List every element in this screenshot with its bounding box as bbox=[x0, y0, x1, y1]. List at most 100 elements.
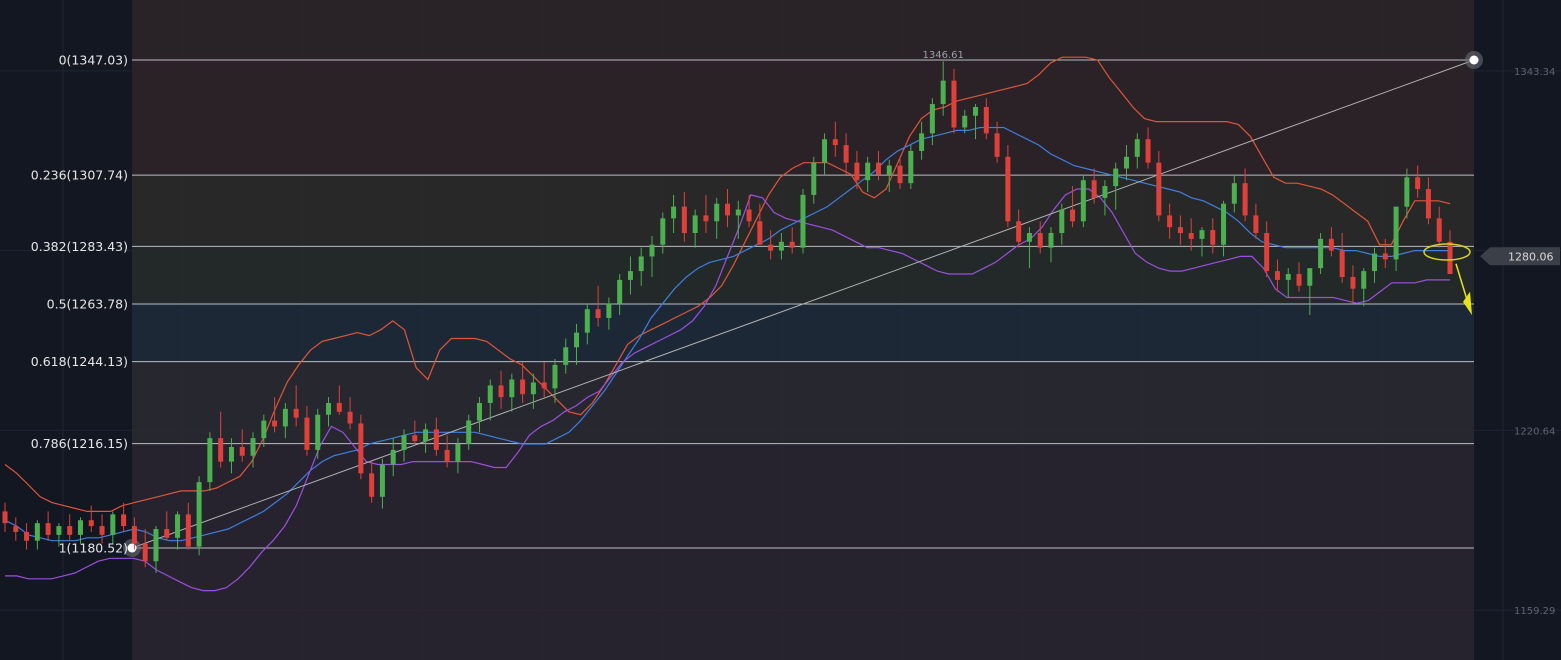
candle-body bbox=[530, 382, 536, 395]
candle-body bbox=[1274, 271, 1280, 280]
candle-body bbox=[1404, 177, 1410, 207]
candle-body bbox=[1221, 203, 1227, 245]
candle-body bbox=[778, 241, 784, 251]
candle-body bbox=[1026, 233, 1032, 242]
fib-level-label: 0.236(1307.74) bbox=[31, 168, 128, 183]
candle-body bbox=[919, 133, 925, 151]
candle-body bbox=[121, 514, 127, 527]
candle-body bbox=[423, 429, 429, 442]
candle-body bbox=[951, 80, 957, 128]
candle bbox=[196, 476, 202, 556]
candle-body bbox=[1350, 276, 1356, 289]
candle bbox=[800, 189, 806, 254]
candle-body bbox=[1382, 253, 1388, 260]
candle-body bbox=[336, 402, 342, 412]
candle-body bbox=[164, 529, 170, 538]
candle-body bbox=[671, 206, 677, 219]
trend-handle-start[interactable] bbox=[127, 543, 137, 553]
fibonacci-candlestick-chart[interactable]: 0(1347.03) 0.236(1307.74) 0.382(1283.43) 0.… bbox=[0, 0, 1561, 660]
candle-body bbox=[412, 435, 418, 442]
candle-body bbox=[315, 414, 321, 450]
candle-body bbox=[811, 162, 817, 195]
candle-body bbox=[973, 106, 979, 116]
candle-body bbox=[843, 145, 849, 163]
candle-body bbox=[574, 332, 580, 348]
candle-body bbox=[692, 215, 698, 234]
candle-body bbox=[1113, 168, 1119, 187]
candle-body bbox=[1285, 274, 1291, 280]
candle-body bbox=[1070, 209, 1076, 222]
candle-body bbox=[1425, 189, 1431, 219]
candle-body bbox=[1156, 162, 1162, 216]
candle-body bbox=[886, 165, 892, 175]
candle-body bbox=[358, 423, 364, 474]
candle-body bbox=[563, 347, 569, 365]
candle-body bbox=[444, 449, 450, 462]
candle-body bbox=[703, 215, 709, 222]
candle-body bbox=[1231, 183, 1237, 204]
candle-body bbox=[99, 526, 105, 535]
candle-body bbox=[617, 279, 623, 304]
candle-body bbox=[789, 241, 795, 248]
candle-body bbox=[67, 526, 73, 535]
fib-level-label: 0.382(1283.43) bbox=[31, 239, 128, 254]
candle-body bbox=[239, 446, 245, 456]
candle-body bbox=[2, 511, 8, 524]
candle-body bbox=[498, 385, 504, 398]
fib-zone bbox=[132, 303, 1474, 362]
candle-body bbox=[746, 209, 752, 222]
candle-body bbox=[725, 203, 730, 216]
fib-zone bbox=[132, 246, 1474, 304]
candle-body bbox=[88, 520, 94, 527]
candle-body bbox=[1210, 230, 1216, 245]
candle-body bbox=[929, 104, 935, 134]
candle-body bbox=[865, 162, 871, 181]
candle-body bbox=[487, 385, 493, 403]
candle-body bbox=[1318, 238, 1324, 269]
candle-body bbox=[1447, 241, 1453, 275]
candle-body bbox=[897, 165, 903, 184]
price-axis-tick: 1220.64 bbox=[1514, 426, 1555, 437]
candle-body bbox=[1199, 230, 1205, 239]
fib-level-label: 0.786(1216.15) bbox=[31, 436, 128, 451]
candle-body bbox=[347, 411, 353, 424]
fib-zone bbox=[132, 443, 1474, 548]
candle-body bbox=[77, 520, 83, 535]
candle-body bbox=[584, 309, 590, 333]
candle-body bbox=[272, 420, 278, 427]
candle-body bbox=[1296, 274, 1302, 286]
candle bbox=[1080, 174, 1086, 228]
candle-body bbox=[681, 206, 687, 234]
candle-body bbox=[714, 203, 720, 222]
candle-body bbox=[768, 244, 774, 251]
fib-zones bbox=[132, 0, 1474, 660]
candle-body bbox=[1080, 180, 1086, 222]
candle-body bbox=[304, 417, 310, 450]
candle-body bbox=[908, 150, 914, 184]
candle-body bbox=[994, 133, 1000, 157]
candle-body bbox=[962, 115, 968, 128]
candle-body bbox=[983, 106, 989, 134]
candle-body bbox=[1177, 227, 1183, 234]
candle-body bbox=[142, 543, 148, 562]
candle-body bbox=[293, 408, 299, 418]
candle-body bbox=[1328, 238, 1334, 251]
candle-body bbox=[1048, 233, 1054, 248]
fib-level-label: 1(1180.52) bbox=[59, 541, 128, 556]
candle-body bbox=[379, 464, 385, 497]
candle-body bbox=[509, 379, 515, 398]
candle-body bbox=[455, 444, 461, 462]
candle-body bbox=[1059, 209, 1065, 234]
candle-body bbox=[854, 162, 860, 181]
fib-level-label: 0(1347.03) bbox=[59, 53, 128, 68]
fib-zone-bottom bbox=[132, 548, 1474, 660]
candle-body bbox=[466, 420, 472, 445]
fib-level-label: 0.5(1263.78) bbox=[47, 296, 128, 311]
candle-body bbox=[1242, 183, 1248, 216]
candle-body bbox=[282, 408, 288, 427]
candle bbox=[1005, 145, 1011, 228]
trend-handle-end[interactable] bbox=[1469, 55, 1479, 65]
candle-body bbox=[875, 162, 881, 175]
candle-body bbox=[1145, 139, 1151, 163]
candle-body bbox=[822, 139, 828, 163]
